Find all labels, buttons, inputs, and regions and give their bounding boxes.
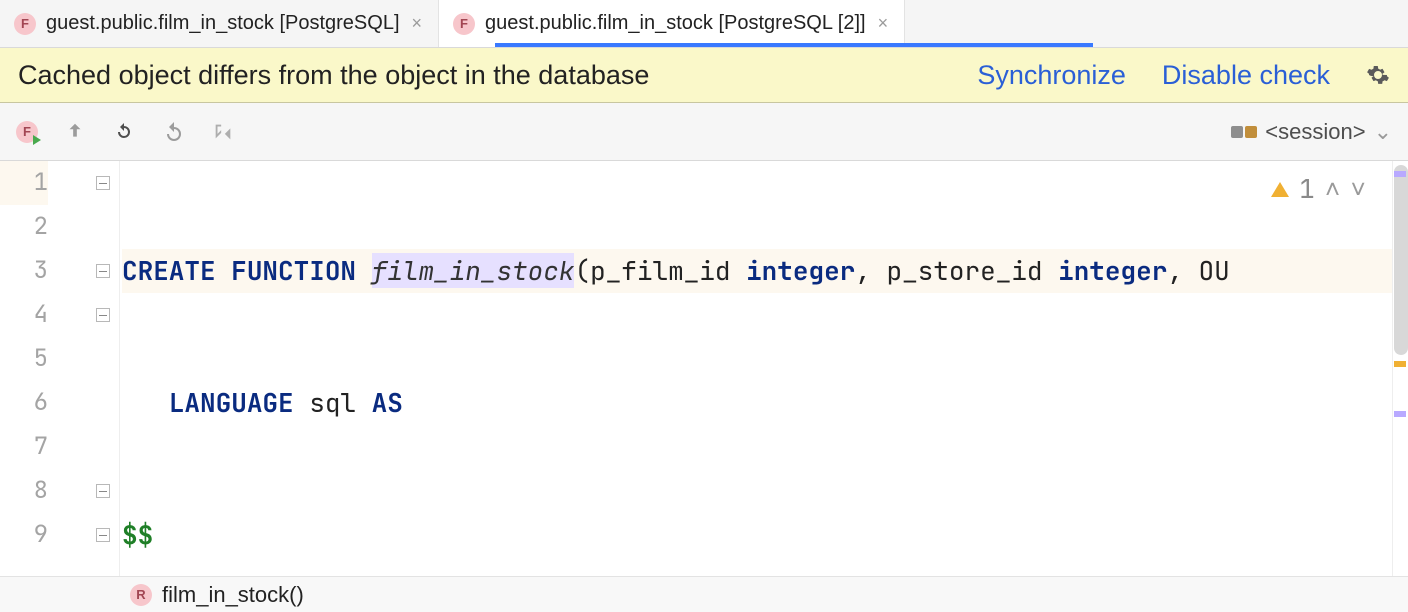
breadcrumb-item[interactable]: film_in_stock(): [162, 582, 304, 608]
notification-bar: Cached object differs from the object in…: [0, 48, 1408, 103]
close-icon[interactable]: ×: [876, 13, 891, 34]
disable-check-link[interactable]: Disable check: [1162, 60, 1330, 91]
marker-identifier[interactable]: [1394, 411, 1406, 417]
notification-message: Cached object differs from the object in…: [18, 60, 649, 91]
function-file-icon: F: [453, 13, 475, 35]
scrollbar-thumb[interactable]: [1394, 165, 1408, 355]
chevron-down-icon[interactable]: ˅: [1350, 167, 1366, 211]
session-icon: [1231, 123, 1257, 141]
routine-icon: R: [130, 584, 152, 606]
run-function-icon[interactable]: F: [16, 121, 38, 143]
code-editor[interactable]: 1 2 3 4 5 6 7 8 9 CREATE FUNCTION film_i…: [0, 161, 1408, 576]
editor-tab[interactable]: F guest.public.film_in_stock [PostgreSQL…: [439, 0, 905, 47]
inspection-widget[interactable]: 1 ˄ ˅: [1265, 165, 1372, 213]
code-line: CREATE FUNCTION film_in_stock(p_film_id …: [122, 249, 1392, 293]
marker-identifier[interactable]: [1394, 171, 1406, 177]
line-number: 8: [0, 469, 48, 513]
line-number: 4: [0, 293, 48, 337]
line-number: 9: [0, 513, 48, 557]
line-number: 7: [0, 425, 48, 469]
breadcrumb: R film_in_stock(): [0, 576, 1408, 612]
error-stripe[interactable]: [1392, 161, 1408, 576]
tab-label: guest.public.film_in_stock [PostgreSQL […: [485, 12, 866, 35]
marker-warning[interactable]: [1394, 361, 1406, 367]
session-label: <session>: [1265, 119, 1365, 145]
tab-label: guest.public.film_in_stock [PostgreSQL]: [46, 12, 400, 35]
gutter: 1 2 3 4 5 6 7 8 9: [0, 161, 100, 576]
code-line: 💡 LANGUAGE sql AS: [122, 381, 1392, 425]
upload-icon[interactable]: [64, 121, 86, 143]
tab-bar: F guest.public.film_in_stock [PostgreSQL…: [0, 0, 1408, 48]
editor-toolbar: F <session> ⌄: [0, 103, 1408, 161]
chevron-up-icon[interactable]: ˄: [1325, 167, 1341, 211]
warning-icon: [1271, 182, 1289, 197]
editor-tab[interactable]: F guest.public.film_in_stock [PostgreSQL…: [0, 0, 439, 47]
synchronize-link[interactable]: Synchronize: [977, 60, 1126, 91]
line-number: 2: [0, 205, 48, 249]
line-number: 3: [0, 249, 48, 293]
chevron-down-icon: ⌄: [1374, 119, 1392, 145]
code-line: $$: [122, 513, 1392, 557]
line-number: 6: [0, 381, 48, 425]
line-number: 5: [0, 337, 48, 381]
undo-icon[interactable]: [162, 120, 186, 144]
code-area[interactable]: CREATE FUNCTION film_in_stock(p_film_id …: [100, 161, 1392, 576]
function-file-icon: F: [14, 13, 36, 35]
warning-count: 1: [1299, 167, 1315, 211]
step-into-icon[interactable]: [212, 121, 234, 143]
active-tab-indicator: [495, 43, 1093, 47]
line-number: 1: [0, 161, 48, 205]
refresh-icon[interactable]: [112, 120, 136, 144]
session-picker[interactable]: <session> ⌄: [1231, 119, 1392, 145]
gear-icon[interactable]: [1366, 63, 1390, 87]
close-icon[interactable]: ×: [410, 13, 425, 34]
